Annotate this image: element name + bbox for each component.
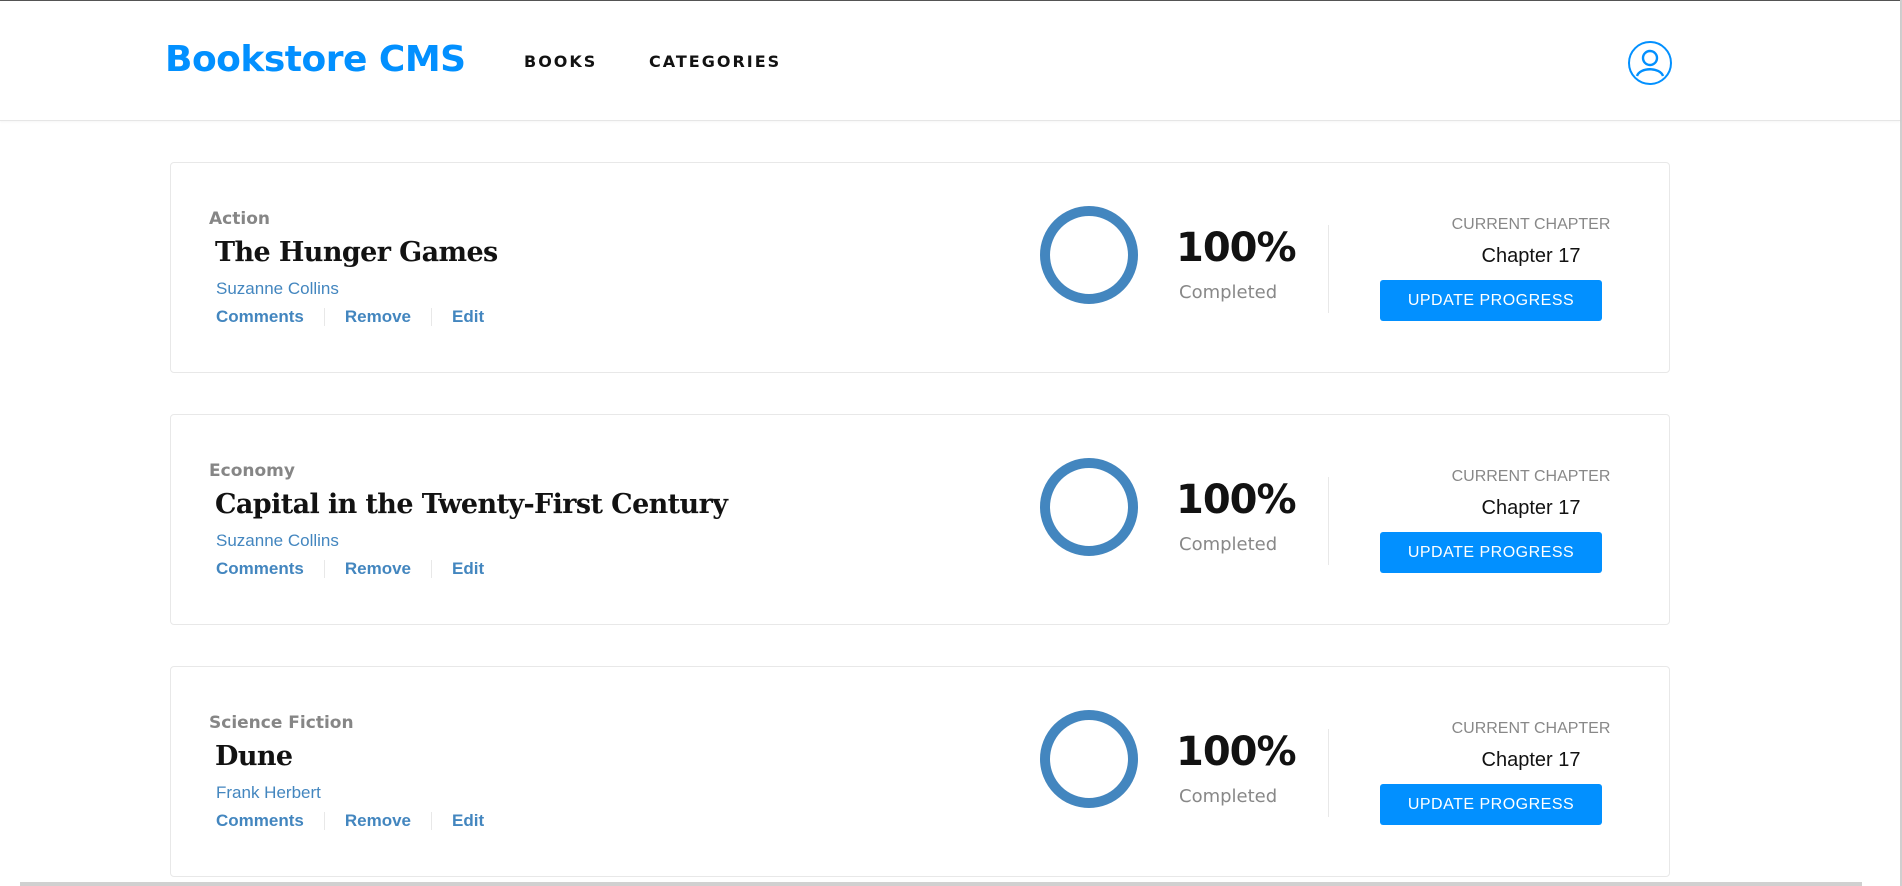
progress-ring [1040,458,1138,556]
vertical-divider [1328,729,1329,817]
book-card: Action The Hunger Games Suzanne Collins … [170,162,1670,373]
book-actions: Comments Remove Edit [216,811,484,831]
vertical-divider [1328,225,1329,313]
nav-link-categories[interactable]: CATEGORIES [649,52,781,71]
divider [431,308,432,326]
book-title: Dune [215,741,293,772]
edit-button[interactable]: Edit [452,811,484,831]
divider [323,308,325,326]
edit-button[interactable]: Edit [452,559,484,579]
book-author: Suzanne Collins [216,279,339,298]
top-navbar: Bookstore CMS BOOKS CATEGORIES [0,1,1900,121]
book-genre: Action [209,209,270,229]
progress-percent: 100% [1176,729,1297,775]
book-author: Suzanne Collins [216,531,339,550]
progress-percent: 100% [1176,225,1297,271]
nav-link-books[interactable]: BOOKS [524,52,597,71]
current-chapter-label: CURRENT CHAPTER [1451,720,1611,737]
current-chapter-value: Chapter 17 [1481,749,1581,771]
completed-label: Completed [1179,534,1278,555]
divider [431,812,432,830]
book-card: Science Fiction Dune Frank Herbert Comme… [170,666,1670,877]
progress-ring [1040,710,1138,808]
book-genre: Science Fiction [209,713,354,733]
remove-button[interactable]: Remove [345,307,411,327]
progress-ring [1040,206,1138,304]
update-progress-button[interactable]: UPDATE PROGRESS [1380,784,1602,825]
comments-button[interactable]: Comments [216,307,304,327]
user-profile-button[interactable] [1628,41,1672,85]
divider [431,560,432,578]
remove-button[interactable]: Remove [345,559,411,579]
book-actions: Comments Remove Edit [216,559,484,579]
completed-label: Completed [1179,282,1278,303]
book-actions: Comments Remove Edit [216,307,484,327]
logo: Bookstore CMS [165,39,466,80]
update-progress-button[interactable]: UPDATE PROGRESS [1380,280,1602,321]
vertical-divider [1328,477,1329,565]
remove-button[interactable]: Remove [345,811,411,831]
current-chapter-label: CURRENT CHAPTER [1451,216,1611,233]
book-author: Frank Herbert [216,783,321,802]
comments-button[interactable]: Comments [216,811,304,831]
book-genre: Economy [209,461,295,481]
current-chapter-value: Chapter 17 [1481,497,1581,519]
current-chapter-value: Chapter 17 [1481,245,1581,267]
comments-button[interactable]: Comments [216,559,304,579]
completed-label: Completed [1179,786,1278,807]
current-chapter-label: CURRENT CHAPTER [1451,468,1611,485]
book-title: The Hunger Games [215,237,498,268]
horizontal-scrollbar[interactable] [20,882,1862,886]
divider [323,812,325,830]
edit-button[interactable]: Edit [452,307,484,327]
book-title: Capital in the Twenty-First Century [215,489,728,520]
divider [323,560,325,578]
update-progress-button[interactable]: UPDATE PROGRESS [1380,532,1602,573]
user-circle-icon [1635,49,1665,77]
book-card: Economy Capital in the Twenty-First Cent… [170,414,1670,625]
progress-percent: 100% [1176,477,1297,523]
